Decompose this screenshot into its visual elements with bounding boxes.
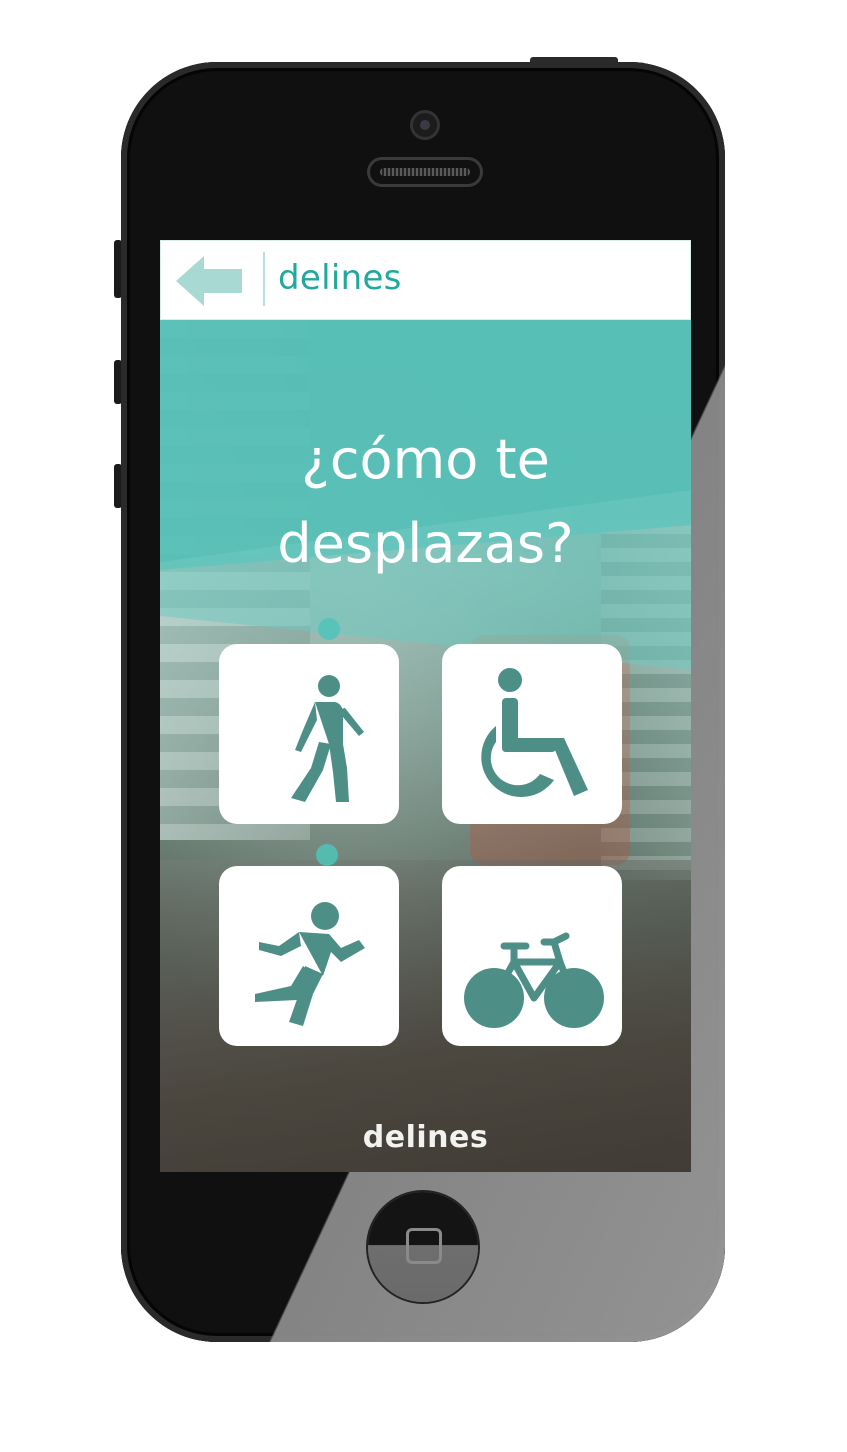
option-bike[interactable] xyxy=(442,866,622,1046)
decorative-dot xyxy=(316,844,338,866)
footer-logo: delines xyxy=(362,1120,489,1155)
option-run[interactable] xyxy=(219,866,399,1046)
option-walk[interactable] xyxy=(219,644,399,824)
app-header: delines xyxy=(160,240,691,320)
running-person-icon xyxy=(255,902,365,1026)
option-wheelchair[interactable] xyxy=(442,644,622,824)
app-screen: delines ¿cómo te desplazas? delines xyxy=(160,240,691,1172)
earpiece-speaker xyxy=(370,160,480,184)
wheelchair-icon xyxy=(481,668,588,798)
app-title: delines xyxy=(278,258,402,298)
home-button[interactable] xyxy=(368,1192,478,1302)
bicycle-icon xyxy=(464,932,604,1028)
home-square-icon xyxy=(406,1228,442,1264)
back-button[interactable] xyxy=(176,256,246,306)
question-heading: ¿cómo te desplazas? xyxy=(160,418,691,586)
question-line-1: ¿cómo te xyxy=(301,428,550,491)
header-divider xyxy=(263,252,265,306)
front-camera xyxy=(413,113,437,137)
arrow-left-icon xyxy=(176,256,242,306)
walking-person-icon xyxy=(291,675,364,802)
decorative-dot xyxy=(318,618,340,640)
question-line-2: desplazas? xyxy=(277,512,574,575)
